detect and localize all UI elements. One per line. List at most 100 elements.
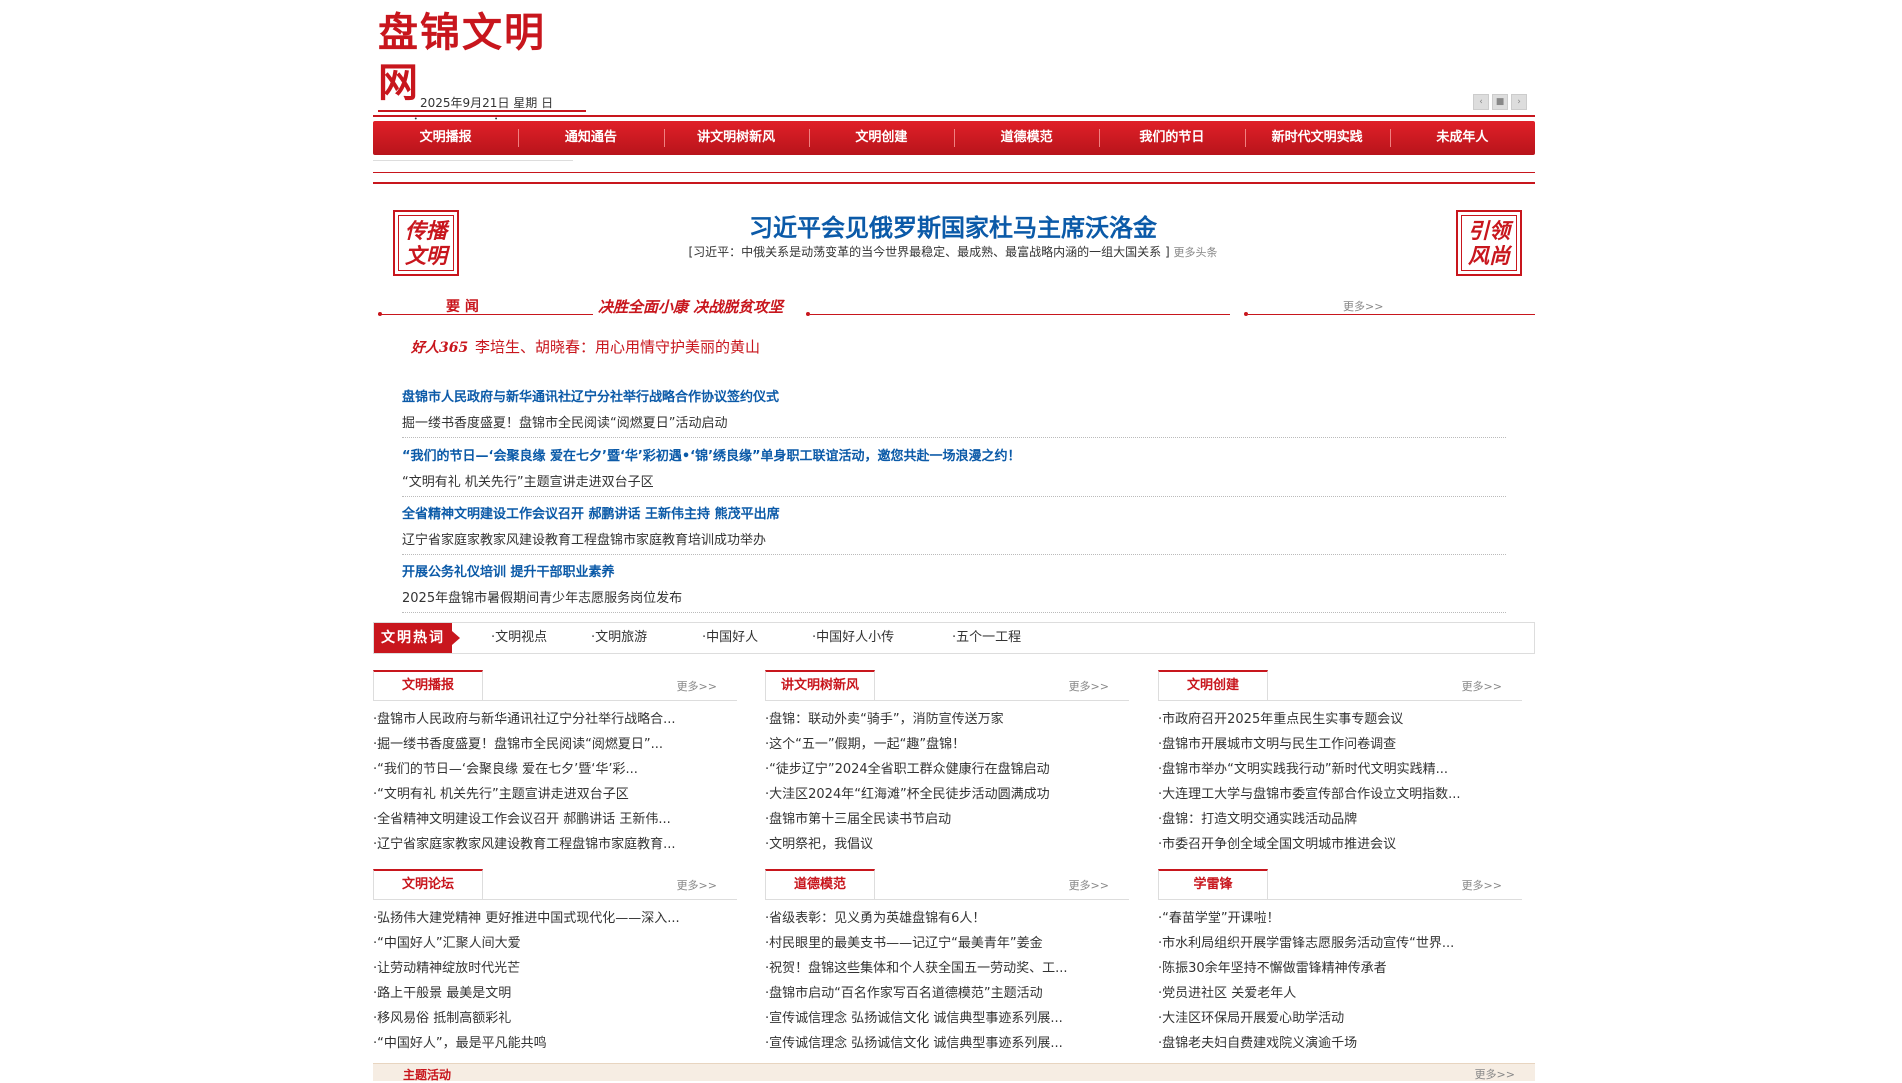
box-list: ·弘扬伟大建党精神 更好推进中国式现代化——深入... ·“中国好人”汇聚人间大… xyxy=(373,900,737,1056)
list-item[interactable]: ·盘锦市开展城市文明与民生工作问卷调查 xyxy=(1158,732,1522,757)
list-item[interactable]: ·“文明有礼 机关先行”主题宣讲走进双台子区 xyxy=(373,782,737,807)
lead-news-link[interactable]: 李培生、胡晓春：用心用情守护美丽的黄山 xyxy=(475,336,760,357)
list-item[interactable]: ·路上干般景 最美是文明 xyxy=(373,981,737,1006)
seal-left-text: 传播文明 xyxy=(398,215,454,271)
list-item[interactable]: ·全省精神文明建设工作会议召开 郝鹏讲话 王新伟... xyxy=(373,807,737,832)
pause-icon[interactable]: ■ xyxy=(1492,94,1508,110)
divider xyxy=(373,182,1535,184)
next-arrow-icon[interactable]: › xyxy=(1511,94,1527,110)
headline-summary-text: [习近平：中俄关系是动荡变革的当今世界最稳定、最成熟、最富战略内涵的一组大国关系… xyxy=(688,245,1170,259)
list-item[interactable]: ·掘一缕书香度盛夏！盘锦市全民阅读“阅燃夏日”... xyxy=(373,732,737,757)
box-jiang-wenming: 讲文明树新风 更多>> ·盘锦：联动外卖“骑手”，消防宣传送万家 ·这个“五一”… xyxy=(765,670,1129,857)
box-more-link[interactable]: 更多>> xyxy=(1462,877,1502,893)
list-item[interactable]: ·盘锦老夫妇自费建戏院义演逾千场 xyxy=(1158,1031,1522,1056)
seal-right: 引领风尚 xyxy=(1456,210,1522,276)
hot-word-link[interactable]: ·中国好人 xyxy=(702,623,758,653)
list-item[interactable]: ·省级表彰：见义勇为英雄盘锦有6人！ xyxy=(765,906,1129,931)
haoren365-badge: 好人365 xyxy=(411,340,469,356)
news-title-link[interactable]: 全省精神文明建设工作会议召开 郝鹏讲话 王新伟主持 熊茂平出席 xyxy=(402,502,1506,528)
box-tab[interactable]: 学雷锋 xyxy=(1158,869,1268,899)
list-item[interactable]: ·移风易俗 抵制高额彩礼 xyxy=(373,1006,737,1031)
list-item[interactable]: ·“春苗学堂”开课啦！ xyxy=(1158,906,1522,931)
box-tab[interactable]: 文明论坛 xyxy=(373,869,483,899)
list-item[interactable]: ·盘锦：联动外卖“骑手”，消防宣传送万家 xyxy=(765,707,1129,732)
box-more-link[interactable]: 更多>> xyxy=(1069,678,1109,694)
theme-activity-title[interactable]: 主题活动 xyxy=(403,1066,451,1083)
box-header: 学雷锋 更多>> xyxy=(1158,869,1522,900)
list-item[interactable]: ·盘锦：打造文明交通实践活动品牌 xyxy=(1158,807,1522,832)
nav-item-xinshidai[interactable]: 新时代文明实践 xyxy=(1244,121,1390,155)
list-item[interactable]: ·市政府召开2025年重点民生实事专题会议 xyxy=(1158,707,1522,732)
list-item[interactable]: ·市委召开争创全域全国文明城市推进会议 xyxy=(1158,832,1522,857)
hot-word-link[interactable]: ·五个一工程 xyxy=(952,623,1021,653)
box-tab[interactable]: 文明创建 xyxy=(1158,670,1268,700)
list-item[interactable]: ·大洼区环保局开展爱心助学活动 xyxy=(1158,1006,1522,1031)
box-more-link[interactable]: 更多>> xyxy=(1069,877,1109,893)
box-header: 文明论坛 更多>> xyxy=(373,869,737,900)
list-item[interactable]: ·陈振30余年坚持不懈做雷锋精神传承者 xyxy=(1158,956,1522,981)
list-item[interactable]: ·市水利局组织开展学雷锋志愿服务活动宣传“世界... xyxy=(1158,931,1522,956)
box-tab[interactable]: 讲文明树新风 xyxy=(765,670,875,700)
hot-word-link[interactable]: ·中国好人小传 xyxy=(812,623,894,653)
news-title-link[interactable]: “我们的节日—‘会聚良缘 爱在七夕’暨‘华’彩初遇•‘锦’绣良缘”单身职工联谊活… xyxy=(402,444,1506,470)
nav-item-daode-mofan[interactable]: 道德模范 xyxy=(954,121,1099,155)
list-item[interactable]: ·宣传诚信理念 弘扬诚信文化 诚信典型事迹系列展... xyxy=(765,1006,1129,1031)
news-group: 全省精神文明建设工作会议召开 郝鹏讲话 王新伟主持 熊茂平出席 辽宁省家庭家教家… xyxy=(402,502,1506,555)
list-item[interactable]: ·“我们的节日—‘会聚良缘 爱在七夕’暨‘华’彩... xyxy=(373,757,737,782)
news-title-link[interactable]: 开展公务礼仪培训 提升干部职业素养 xyxy=(402,560,1506,586)
subnav-divider xyxy=(373,160,573,161)
news-sub-link[interactable]: 辽宁省家庭家教家风建设教育工程盘锦市家庭教育培训成功举办 xyxy=(402,528,1506,554)
news-title-link[interactable]: 盘锦市人民政府与新华通讯社辽宁分社举行战略合作协议签约仪式 xyxy=(402,385,1506,411)
nav-item-weichengnian[interactable]: 未成年人 xyxy=(1389,121,1535,155)
list-item[interactable]: ·辽宁省家庭家教家风建设教育工程盘锦市家庭教育... xyxy=(373,832,737,857)
list-item[interactable]: ·弘扬伟大建党精神 更好推进中国式现代化——深入... xyxy=(373,906,737,931)
box-list: ·市政府召开2025年重点民生实事专题会议 ·盘锦市开展城市文明与民生工作问卷调… xyxy=(1158,701,1522,857)
box-tab[interactable]: 文明播报 xyxy=(373,670,483,700)
news-sub-link[interactable]: “文明有礼 机关先行”主题宣讲走进双台子区 xyxy=(402,470,1506,496)
list-item[interactable]: ·“徒步辽宁”2024全省职工群众健康行在盘锦启动 xyxy=(765,757,1129,782)
list-item[interactable]: ·宣传诚信理念 弘扬诚信文化 诚信典型事迹系列展... xyxy=(765,1031,1129,1056)
list-item[interactable]: ·盘锦市人民政府与新华通讯社辽宁分社举行战略合... xyxy=(373,707,737,732)
divider xyxy=(378,314,593,315)
nav-item-jiang-wenming[interactable]: 讲文明树新风 xyxy=(663,121,809,155)
box-wenming-bobao: 文明播报 更多>> ·盘锦市人民政府与新华通讯社辽宁分社举行战略合... ·掘一… xyxy=(373,670,737,857)
yaowen-slogan: 决胜全面小康 决战脱贫攻坚 xyxy=(598,298,784,316)
nav-item-wenming-bobao[interactable]: 文明播报 xyxy=(373,121,518,155)
list-item[interactable]: ·盘锦市第十三届全民读书节启动 xyxy=(765,807,1129,832)
list-item[interactable]: ·大连理工大学与盘锦市委宣传部合作设立文明指数... xyxy=(1158,782,1522,807)
box-more-link[interactable]: 更多>> xyxy=(677,678,717,694)
list-item[interactable]: ·这个“五一”假期，一起“趣”盘锦！ xyxy=(765,732,1129,757)
nav-item-wenming-chuangjian[interactable]: 文明创建 xyxy=(808,121,954,155)
nav-item-tongzhi[interactable]: 通知通告 xyxy=(518,121,663,155)
list-item[interactable]: ·村民眼里的最美支书——记辽宁“最美青年”姜金 xyxy=(765,931,1129,956)
headline-summary: [习近平：中俄关系是动荡变革的当今世界最稳定、最成熟、最富战略内涵的一组大国关系… xyxy=(493,243,1413,260)
headline-title[interactable]: 习近平会见俄罗斯国家杜马主席沃洛金 xyxy=(493,208,1413,243)
news-group: “我们的节日—‘会聚良缘 爱在七夕’暨‘华’彩初遇•‘锦’绣良缘”单身职工联谊活… xyxy=(402,444,1506,497)
box-tab[interactable]: 道德模范 xyxy=(765,869,875,899)
header-divider xyxy=(373,115,1535,117)
hot-word-link[interactable]: ·文明视点 xyxy=(491,623,547,653)
list-item[interactable]: ·“中国好人”汇聚人间大爱 xyxy=(373,931,737,956)
seal-left: 传播文明 xyxy=(393,210,459,276)
box-daode-mofan: 道德模范 更多>> ·省级表彰：见义勇为英雄盘锦有6人！ ·村民眼里的最美支书—… xyxy=(765,869,1129,1056)
list-item[interactable]: ·盘锦市举办“文明实践我行动”新时代文明实践精... xyxy=(1158,757,1522,782)
box-wenming-luntan: 文明论坛 更多>> ·弘扬伟大建党精神 更好推进中国式现代化——深入... ·“… xyxy=(373,869,737,1056)
yaowen-label: 要 闻 xyxy=(446,299,479,315)
list-item[interactable]: ·让劳动精神绽放时代光芒 xyxy=(373,956,737,981)
more-headlines-link[interactable]: 更多头条 xyxy=(1174,246,1218,259)
list-item[interactable]: ·大洼区2024年“红海滩”杯全民徒步活动圆满成功 xyxy=(765,782,1129,807)
box-more-link[interactable]: 更多>> xyxy=(1462,678,1502,694)
news-sub-link[interactable]: 2025年盘锦市暑假期间青少年志愿服务岗位发布 xyxy=(402,586,1506,612)
news-sub-link[interactable]: 掘一缕书香度盛夏！盘锦市全民阅读“阅燃夏日”活动启动 xyxy=(402,411,1506,437)
nav-item-jieri[interactable]: 我们的节日 xyxy=(1099,121,1244,155)
box-more-link[interactable]: 更多>> xyxy=(677,877,717,893)
list-item[interactable]: ·“中国好人”，最是平凡能共鸣 xyxy=(373,1031,737,1056)
divider xyxy=(1248,314,1535,315)
prev-arrow-icon[interactable]: ‹ xyxy=(1473,94,1489,110)
list-item[interactable]: ·盘锦市启动“百名作家写百名道德模范”主题活动 xyxy=(765,981,1129,1006)
list-item[interactable]: ·文明祭祀，我倡议 xyxy=(765,832,1129,857)
hot-word-link[interactable]: ·文明旅游 xyxy=(591,623,647,653)
yaowen-more-link[interactable]: 更多>> xyxy=(1343,298,1383,314)
list-item[interactable]: ·祝贺！盘锦这些集体和个人获全国五一劳动奖、工... xyxy=(765,956,1129,981)
list-item[interactable]: ·党员进社区 关爱老年人 xyxy=(1158,981,1522,1006)
